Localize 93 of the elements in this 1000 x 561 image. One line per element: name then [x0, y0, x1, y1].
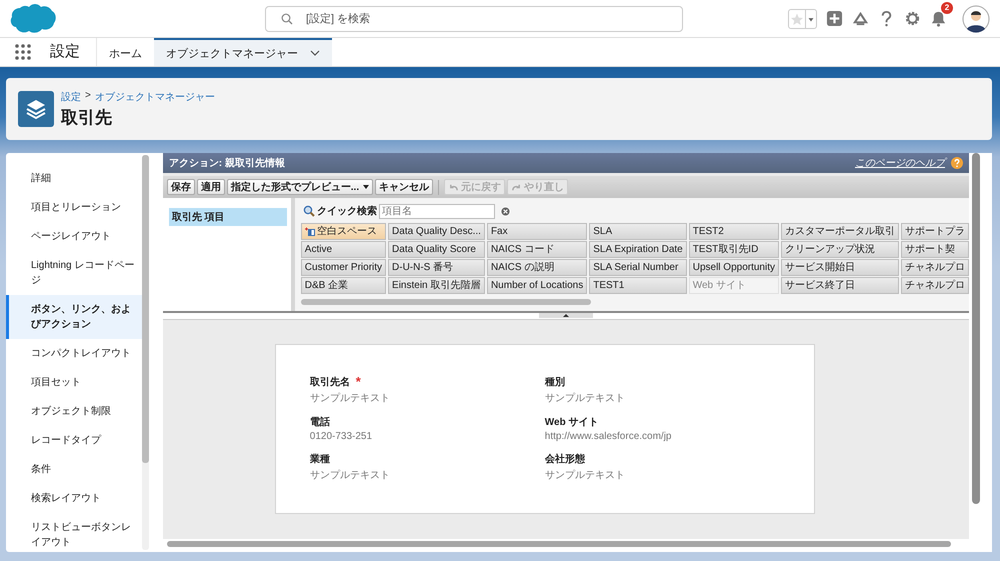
field-value: サンプルテキスト: [310, 392, 391, 405]
sidebar-item[interactable]: ページレイアウト: [6, 222, 142, 251]
field-value: 0120-733-251: [310, 431, 374, 442]
quick-find-field[interactable]: 項目名: [378, 204, 495, 218]
field-tile[interactable]: Fax: [486, 223, 588, 240]
caret-icon[interactable]: [805, 10, 816, 28]
field-tile[interactable]: チャネルプロ: [901, 259, 969, 276]
field-tile[interactable]: サービス終了日: [781, 277, 899, 294]
toolbar-button[interactable]: 保存: [166, 179, 195, 195]
quick-find-label: クイック検索: [316, 204, 377, 218]
blank-space-icon: [304, 226, 315, 236]
field-tile[interactable]: SLA Serial Number: [589, 259, 687, 276]
mountain-icon[interactable]: [852, 10, 869, 27]
field-tile[interactable]: Number of Locations: [486, 277, 588, 294]
sidebar-item[interactable]: 検索レイアウト: [6, 484, 142, 513]
search-field[interactable]: [設定] を検索: [265, 6, 683, 32]
breadcrumb-separator: >: [85, 90, 91, 102]
field-tile[interactable]: Active: [300, 241, 386, 258]
cloud-logo[interactable]: [10, 2, 56, 34]
splitter-handle[interactable]: [162, 313, 969, 320]
field-label: 種別: [544, 376, 565, 389]
sidebar-item[interactable]: 項目とリレーション: [6, 193, 142, 222]
field-tile[interactable]: TEST取引先ID: [688, 241, 779, 258]
category-item[interactable]: 取引先 項目: [168, 208, 287, 226]
undo-icon: [448, 182, 460, 192]
field-value: サンプルテキスト: [544, 392, 626, 405]
field-value: http://www.salesforce.com/jp: [544, 431, 672, 442]
sidebar-item[interactable]: Lightning レコードページ: [6, 251, 142, 295]
toolbar-button[interactable]: 適用: [196, 179, 225, 195]
nav-tab[interactable]: オブジェクトマネージャー: [154, 38, 332, 66]
required-mark: *: [356, 377, 361, 387]
scrollbar[interactable]: [142, 155, 149, 550]
field-value: サンプルテキスト: [310, 468, 391, 482]
breadcrumb-link[interactable]: 設定: [61, 90, 81, 104]
sidebar-item[interactable]: 条件: [6, 455, 142, 484]
field-tile[interactable]: SLA Expiration Date: [589, 241, 687, 258]
redo-icon: [511, 182, 522, 192]
nav-tab[interactable]: ホーム: [97, 38, 154, 66]
field-tile[interactable]: SLA: [589, 223, 687, 240]
help-icon[interactable]: [951, 157, 963, 169]
clear-icon[interactable]: [500, 206, 510, 216]
sidebar-item[interactable]: ボタン、リンク、およびアクション: [6, 295, 142, 339]
sidebar-item[interactable]: リストビューボタンレイアウト: [6, 513, 142, 557]
field-tile[interactable]: カスタマーポータル取引: [781, 223, 899, 240]
page-title: 取引先: [61, 106, 113, 128]
field-label: 業種: [310, 452, 330, 466]
field-tile[interactable]: D-U-N-S 番号: [388, 259, 485, 276]
field-tile[interactable]: Customer Priority: [300, 259, 386, 276]
field-tile[interactable]: Upsell Opportunity: [688, 259, 779, 276]
chevron-down-icon[interactable]: [310, 50, 320, 56]
field-tile[interactable]: サポート契: [901, 241, 969, 258]
app-launcher-icon[interactable]: [14, 43, 32, 61]
field-label: Web サイト: [544, 416, 598, 429]
field-label: 会社形態: [544, 452, 585, 466]
breadcrumb-link[interactable]: オブジェクトマネージャー: [94, 90, 215, 104]
search-icon: [302, 205, 315, 217]
toolbar-button[interactable]: キャンセル: [375, 179, 434, 195]
field-value: サンプルテキスト: [544, 468, 626, 482]
scrollbar[interactable]: [166, 541, 951, 547]
field-tile[interactable]: チャネルプロ: [901, 277, 969, 294]
field-tile[interactable]: NAICS コード: [486, 241, 588, 258]
field-tile[interactable]: TEST2: [688, 223, 779, 240]
field-tile[interactable]: サービス開始日: [781, 259, 899, 276]
field-tile[interactable]: NAICS の説明: [486, 259, 588, 276]
sidebar-item[interactable]: コンパクトレイアウト: [6, 339, 142, 368]
field-tile[interactable]: D&B 企業: [300, 277, 386, 294]
field-tile[interactable]: サポートプラ: [901, 223, 969, 240]
field-tile[interactable]: クリーンアップ状況: [781, 241, 899, 258]
field-tile[interactable]: Data Quality Score: [388, 241, 485, 258]
avatar[interactable]: [962, 4, 990, 32]
notification-badge: 2: [941, 2, 953, 14]
field-tile[interactable]: Einstein 取引先階層: [388, 277, 485, 294]
field-tile[interactable]: Data Quality Desc...: [388, 223, 485, 240]
caret-icon: [363, 185, 370, 189]
menu-button[interactable]: 指定した形式でプレビュー...: [226, 179, 374, 195]
field-label: 電話: [310, 416, 330, 429]
field-label: 取引先名: [310, 376, 350, 389]
plus-icon[interactable]: [826, 10, 843, 27]
sidebar-item[interactable]: レコードタイプ: [6, 426, 142, 455]
sidebar-item[interactable]: 詳細: [6, 164, 142, 193]
sidebar-item[interactable]: オブジェクト制限: [6, 397, 142, 426]
sidebar-item[interactable]: 項目セット: [6, 368, 142, 397]
field-tile[interactable]: TEST1: [589, 277, 687, 294]
help-link[interactable]: このページのヘルプ: [855, 156, 945, 170]
field-tile[interactable]: 空白スペース: [300, 223, 386, 240]
scrollbar[interactable]: [972, 153, 980, 504]
layers-icon: [18, 91, 54, 127]
app-name: 設定: [50, 38, 97, 66]
settings-icon[interactable]: [904, 10, 921, 27]
bell-icon[interactable]: [930, 10, 947, 27]
editor-title: アクション: 親取引先情報: [168, 156, 286, 170]
search-icon: [281, 12, 293, 24]
scrollbar[interactable]: [300, 299, 591, 305]
